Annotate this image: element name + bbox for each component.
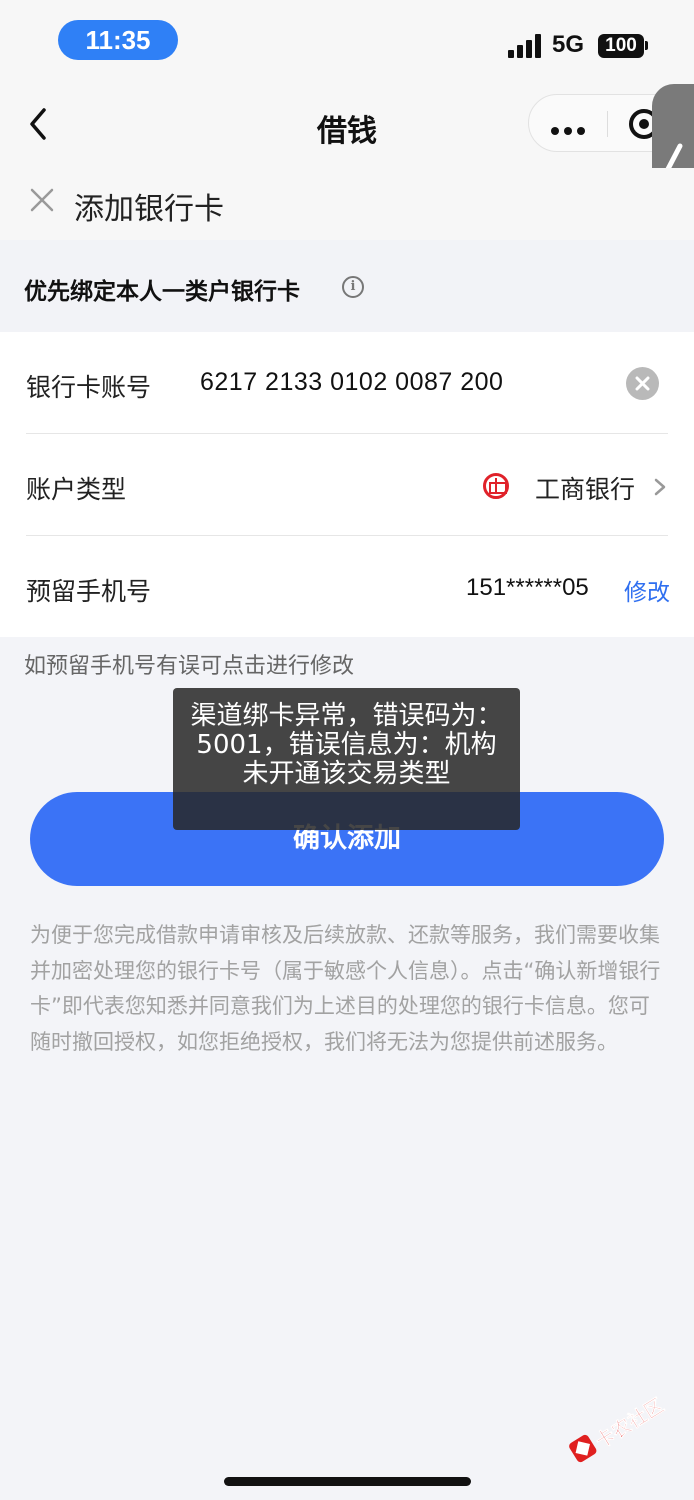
bank-name: 工商银行 [535,475,636,504]
page: 11:35 5G 100 借钱 添加银行卡 优先绑定本人一类户银行卡 i 银行卡… [0,0,694,1500]
modify-phone-link[interactable]: 修改 [624,573,670,607]
status-bar: 11:35 5G 100 [0,0,694,80]
battery-tip [645,41,648,50]
close-icon[interactable] [30,188,54,212]
more-icon[interactable] [551,120,590,139]
phone-value: 151******05 [466,574,589,601]
account-type-row[interactable]: 账户类型 工商银行 [0,434,694,536]
card-number-input[interactable]: 6217 2133 0102 0087 200 [200,368,503,397]
info-icon[interactable]: i [342,276,364,298]
sub-title: 添加银行卡 [74,192,224,227]
watermark-text: 卡农社区 [591,1394,669,1454]
bank-card-form: 银行卡账号 6217 2133 0102 0087 200 账户类型 工商银行 … [0,332,694,637]
home-indicator[interactable] [224,1477,471,1486]
watermark: 卡农社区 [552,1367,677,1484]
battery-icon: 100 [598,34,644,58]
account-type-label: 账户类型 [26,475,127,504]
phone-hint: 如预留手机号有误可点击进行修改 [24,654,355,679]
phone-label: 预留手机号 [26,577,152,606]
sub-header: 添加银行卡 [0,168,694,240]
status-time: 11:35 [58,20,178,60]
clear-icon[interactable] [626,367,659,400]
network-type: 5G [552,31,585,58]
chevron-right-icon [654,478,666,496]
phone-row: 预留手机号 151******05 修改 [0,536,694,638]
icbc-logo-icon [483,473,509,499]
card-number-row: 银行卡账号 6217 2133 0102 0087 200 [0,332,694,434]
privacy-notice: 为便于您完成借款申请审核及后续放款、还款等服务，我们需要收集并加密处理您的银行卡… [30,923,661,1054]
signal-icon [508,34,544,58]
nav-bar: 借钱 [0,80,694,168]
card-number-label: 银行卡账号 [26,373,152,402]
section-title: 优先绑定本人一类户银行卡 [24,279,300,305]
error-toast: 渠道绑卡异常，错误码为：5001，错误信息为：机构未开通该交易类型 [173,688,520,830]
capsule-divider [607,111,608,137]
